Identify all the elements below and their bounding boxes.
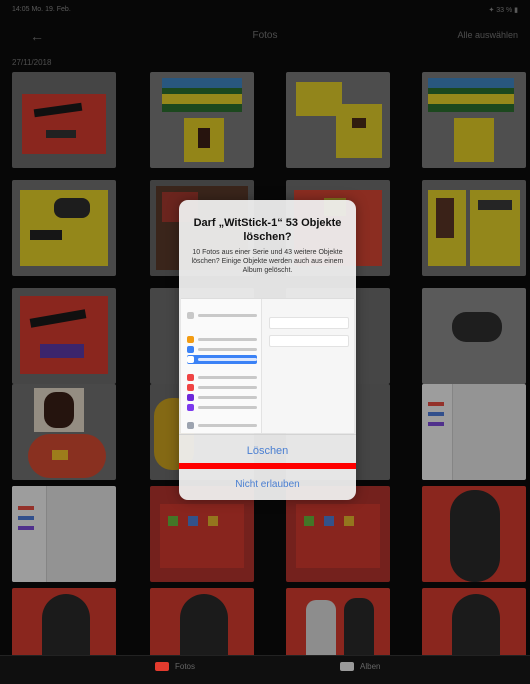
albums-tab-icon — [340, 662, 354, 671]
do-not-disturb-icon — [187, 394, 194, 401]
screen-time-icon — [187, 404, 194, 411]
preview-sidebar-row-selected — [187, 355, 257, 364]
photos-tab-icon — [155, 662, 169, 671]
preview-sidebar-row — [187, 383, 257, 392]
preview-field — [269, 335, 349, 347]
preview-sidebar-row — [187, 373, 257, 382]
alert-title: Darf „WitStick-1“ 53 Objekte löschen? — [193, 217, 342, 243]
general-icon — [187, 422, 194, 429]
preview-sidebar-row — [187, 393, 257, 402]
tab-photos[interactable]: Fotos — [155, 662, 195, 671]
preview-sidebar-row — [187, 335, 257, 344]
tab-photos-label: Fotos — [175, 662, 196, 671]
preview-sidebar-row — [187, 311, 257, 320]
notifications-icon — [187, 374, 194, 381]
deny-button-highlight-outline — [179, 463, 356, 500]
preview-sidebar-row — [187, 421, 257, 430]
sound-icon — [187, 384, 194, 391]
preview-field — [269, 317, 349, 329]
preview-sidebar-row — [187, 403, 257, 412]
tab-bar: Fotos Alben — [0, 655, 530, 684]
photos-app: 14:05 Mo. 19. Feb. ✦ 33 % ▮ ← Fotos Alle… — [0, 0, 530, 684]
tab-albums[interactable]: Alben — [340, 662, 380, 671]
deny-button[interactable]: Nicht erlauben — [179, 463, 356, 500]
preview-detail-pane — [269, 317, 349, 353]
alert-message: 10 Fotos aus einer Serie und 43 weitere … — [191, 249, 344, 274]
bluetooth-icon — [187, 356, 194, 363]
tab-albums-label: Alben — [360, 662, 381, 671]
settings-icon — [187, 336, 194, 343]
permission-alert: Darf „WitStick-1“ 53 Objekte löschen? 10… — [179, 200, 356, 500]
preview-sidebar-row — [187, 345, 257, 354]
alert-preview-image — [181, 298, 354, 433]
person-icon — [187, 312, 194, 319]
wifi-icon — [187, 346, 194, 353]
